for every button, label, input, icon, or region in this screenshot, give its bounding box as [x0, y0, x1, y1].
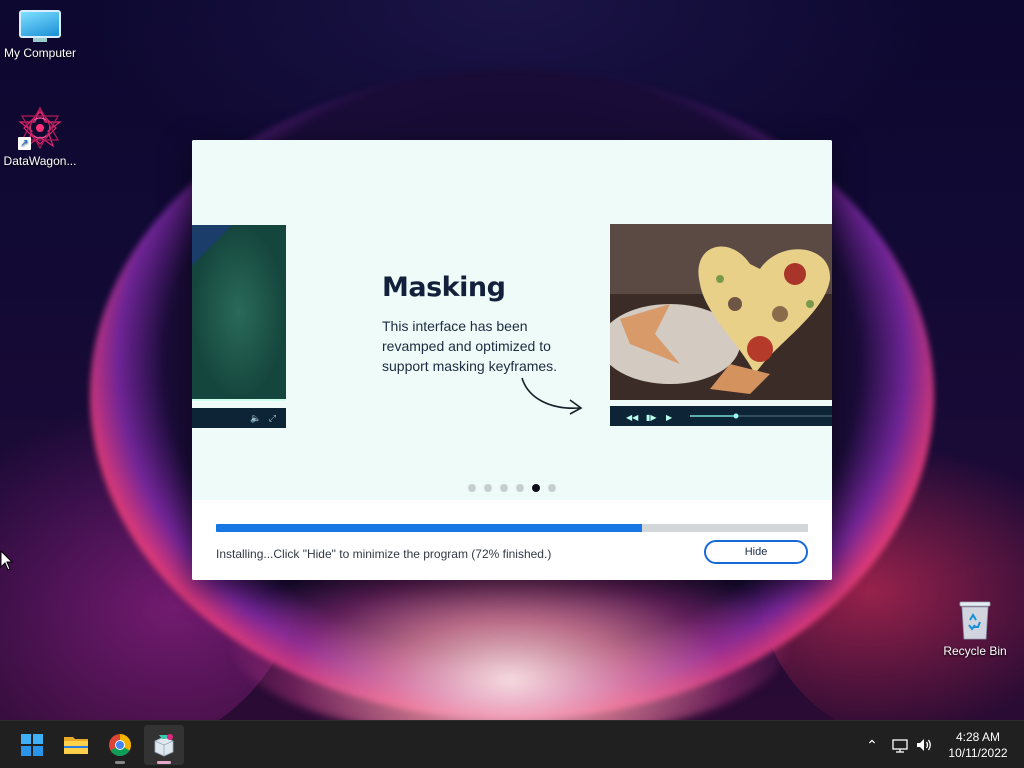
player-controls-bar: ◀◀ ▮▶ ▶ — [610, 406, 832, 426]
file-explorer-icon — [64, 737, 88, 754]
svg-text:◀◀: ◀◀ — [626, 413, 639, 422]
desktop-icon-label: My Computer — [3, 46, 77, 60]
player-controls-bar: 🔈 ⤢ — [192, 408, 286, 428]
slide-pagination — [468, 484, 556, 492]
chrome-button[interactable] — [100, 725, 140, 765]
running-indicator — [115, 761, 125, 764]
monitor-icon — [19, 10, 61, 42]
install-progress-footer: Installing...Click "Hide" to minimize th… — [192, 500, 832, 580]
installer-taskbar-button[interactable] — [144, 725, 184, 765]
start-icon — [21, 734, 43, 756]
mouse-cursor-icon — [0, 550, 14, 571]
pagination-dot[interactable] — [500, 484, 508, 492]
install-progress-fill — [216, 524, 643, 532]
start-button[interactable] — [12, 725, 52, 765]
recycle-bin-icon — [957, 598, 993, 640]
desktop-icon-label: DataWagon... — [3, 154, 77, 168]
hide-button[interactable]: Hide — [704, 540, 808, 564]
pagination-dot[interactable] — [484, 484, 492, 492]
file-explorer-button[interactable] — [56, 725, 96, 765]
clock-date: 10/11/2022 — [948, 746, 1008, 760]
network-icon[interactable] — [890, 735, 910, 755]
desktop-icon-datawagon[interactable]: ↗ DataWagon... — [0, 106, 80, 168]
feature-slide: 🔈 ⤢ Masking This interface has been reva… — [192, 140, 832, 500]
installer-icon — [154, 734, 174, 757]
clock-time: 4:28 AM — [955, 730, 1001, 744]
desktop-icon-my-computer[interactable]: My Computer — [0, 10, 80, 60]
fullscreen-icon: ⤢ — [268, 413, 276, 423]
desktop-icon-label: Recycle Bin — [943, 644, 1007, 658]
chrome-icon — [109, 734, 131, 756]
shortcut-arrow-icon: ↗ — [18, 137, 31, 150]
install-status-text: Installing...Click "Hide" to minimize th… — [216, 547, 552, 561]
previous-slide-preview[interactable]: 🔈 ⤢ — [192, 225, 286, 428]
installer-window: 🔈 ⤢ Masking This interface has been reva… — [192, 140, 832, 580]
pagination-dot[interactable] — [548, 484, 556, 492]
active-indicator — [157, 761, 171, 764]
slide-preview-video[interactable]: ◀◀ ▮▶ ▶ — [610, 224, 832, 426]
slide-description: This interface has been revamped and opt… — [382, 318, 558, 374]
slide-title: Masking — [382, 272, 506, 303]
pagination-dot[interactable] — [468, 484, 476, 492]
taskbar-clock[interactable]: 4:28 AM 10/11/2022 — [940, 729, 1016, 761]
svg-text:▮▶: ▮▶ — [646, 413, 657, 422]
chevron-up-icon[interactable]: ⌃ — [862, 735, 882, 755]
pagination-dot[interactable] — [532, 484, 540, 492]
taskbar: ⌃ 4:28 AM 10/11/2022 — [0, 720, 1024, 768]
svg-text:▶: ▶ — [666, 413, 673, 422]
desktop-icon-recycle-bin[interactable]: Recycle Bin — [935, 598, 1015, 658]
volume-icon: 🔈 — [250, 413, 262, 423]
pizza-video-thumbnail — [610, 224, 832, 400]
volume-icon[interactable] — [914, 735, 934, 755]
pagination-dot[interactable] — [516, 484, 524, 492]
star-app-icon: ↗ — [18, 106, 62, 150]
install-progress-bar — [216, 524, 808, 532]
curved-arrow-icon — [521, 377, 583, 415]
